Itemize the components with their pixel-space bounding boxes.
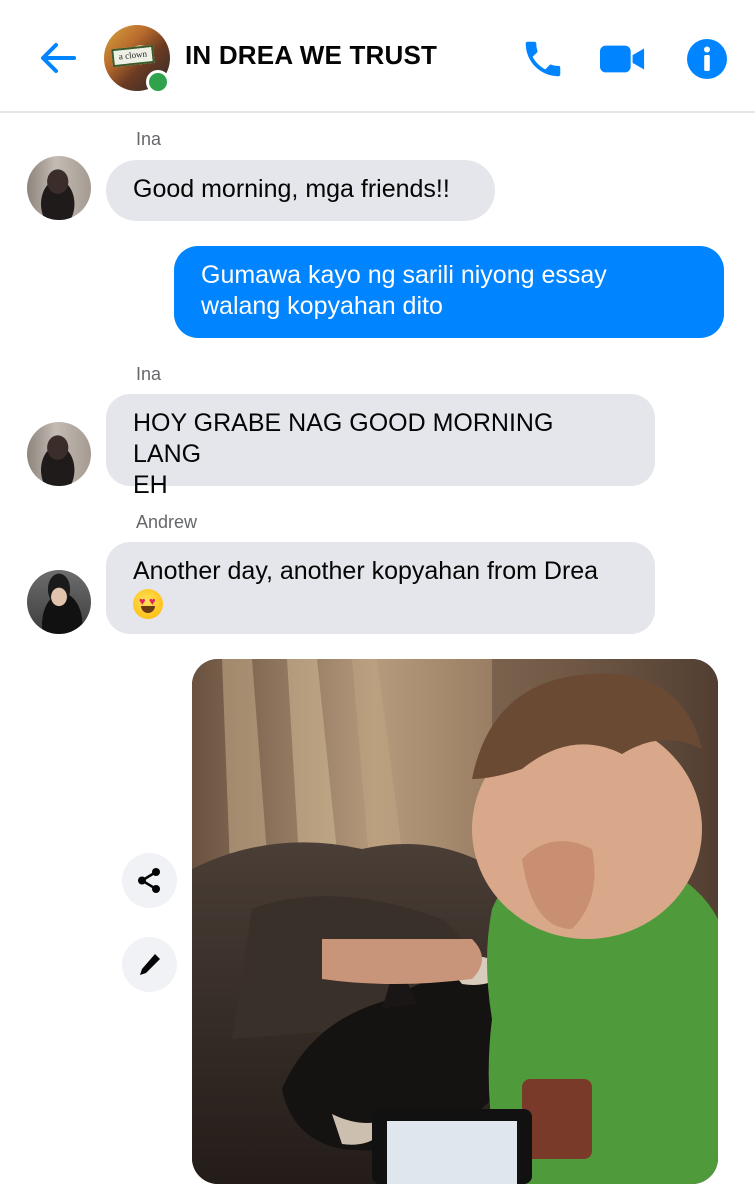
sender-name: Ina xyxy=(136,129,162,149)
share-button[interactable] xyxy=(122,853,177,908)
incoming-message-bubble[interactable]: HOY GRABE NAG GOOD MORNING LANG EH xyxy=(106,394,655,499)
video-camera-icon xyxy=(600,45,645,73)
avatar-ina[interactable] xyxy=(27,156,91,220)
sender-name: Ina xyxy=(136,364,162,384)
incoming-message-bubble[interactable]: Good morning, mga friends!! xyxy=(106,160,495,221)
crying-child-photo xyxy=(192,659,718,1184)
edit-button[interactable] xyxy=(122,937,177,992)
message-text-line: walang kopyahan dito xyxy=(201,292,443,320)
edit-pencil-icon xyxy=(140,954,160,975)
online-status-dot xyxy=(146,70,170,94)
message-text-line: Gumawa kayo ng sarili niyong essay xyxy=(201,261,607,289)
message-text-line: HOY GRABE NAG GOOD MORNING LANG xyxy=(133,409,554,468)
outgoing-message-bubble[interactable]: Gumawa kayo ng sarili niyong essay walan… xyxy=(174,246,724,338)
back-arrow-icon xyxy=(41,43,76,73)
conversation-title[interactable]: IN DREA WE TRUST xyxy=(185,40,437,71)
avatar-andrew[interactable] xyxy=(27,570,91,634)
avatar-sign: a clown xyxy=(111,44,155,68)
voice-call-button[interactable] xyxy=(520,36,566,82)
avatar-ina[interactable] xyxy=(27,422,91,486)
back-button[interactable] xyxy=(36,36,80,80)
info-icon xyxy=(687,39,727,79)
message-text: Another day, another kopyahan from Drea xyxy=(133,557,599,585)
message-text-line: EH xyxy=(133,471,168,499)
sender-name: Andrew xyxy=(136,512,198,532)
heart-eyes-emoji: ♥ ♥ xyxy=(133,589,163,620)
share-icon xyxy=(138,868,160,893)
video-call-button[interactable] xyxy=(598,36,645,82)
message-text: Good morning, mga friends!! xyxy=(133,175,450,203)
photo-message[interactable] xyxy=(192,659,718,1184)
incoming-message-bubble[interactable]: Another day, another kopyahan from Drea … xyxy=(106,542,655,634)
conversation-info-button[interactable] xyxy=(684,36,730,82)
chat-header: a clown IN DREA WE TRUST xyxy=(0,0,755,113)
phone-icon xyxy=(525,41,561,77)
